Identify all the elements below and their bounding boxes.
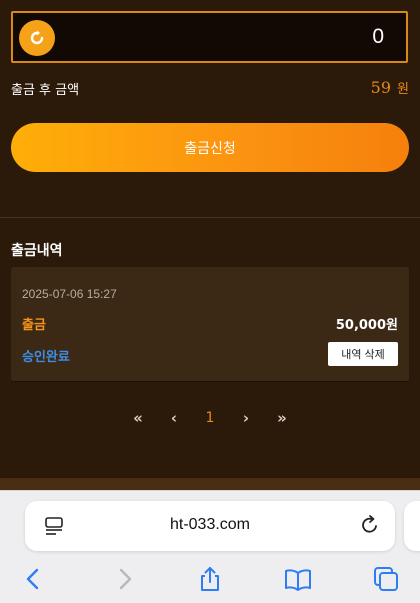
pagination: « ‹ 1 › » (0, 408, 420, 428)
section-divider (0, 217, 420, 218)
after-withdraw-unit: 원 (397, 82, 409, 97)
back-icon[interactable] (20, 565, 48, 593)
coin-refresh-icon[interactable] (19, 20, 55, 56)
history-type: 출금 (22, 318, 46, 333)
tabs-icon[interactable] (372, 565, 400, 593)
delete-history-button[interactable]: 내역 삭제 (328, 342, 398, 366)
history-title: 출금내역 (11, 243, 63, 259)
last-page-button[interactable]: » (275, 409, 289, 427)
after-withdraw-label: 출금 후 금액 (11, 83, 80, 98)
forward-icon[interactable] (110, 565, 138, 593)
withdraw-amount-input[interactable]: 0 (11, 11, 408, 63)
current-page[interactable]: 1 (203, 410, 217, 426)
url-text[interactable]: ht-033.com (25, 516, 395, 534)
history-status: 승인완료 (22, 350, 70, 365)
prev-page-button[interactable]: ‹ (167, 409, 181, 427)
reload-icon[interactable] (359, 514, 381, 536)
after-withdraw-amount: 59 원 (371, 78, 409, 97)
history-amount: 50,000원 (335, 318, 398, 333)
bookmarks-icon[interactable] (284, 565, 312, 593)
next-tab-peek[interactable] (404, 501, 420, 551)
after-withdraw-row: 출금 후 금액 59 원 (11, 78, 409, 98)
after-withdraw-value: 59 (370, 78, 392, 97)
next-page-button[interactable]: › (239, 409, 253, 427)
amount-value: 0 (372, 25, 384, 48)
history-item: 2025-07-06 15:27 출금 50,000원 승인완료 내역 삭제 (11, 267, 409, 382)
first-page-button[interactable]: « (131, 409, 145, 427)
share-icon[interactable] (196, 565, 224, 593)
withdraw-request-button[interactable]: 출금신청 (11, 123, 409, 172)
history-date: 2025-07-06 15:27 (22, 287, 117, 301)
browser-toolbar: ht-033.com (0, 490, 420, 603)
address-bar[interactable]: ht-033.com (25, 501, 395, 551)
